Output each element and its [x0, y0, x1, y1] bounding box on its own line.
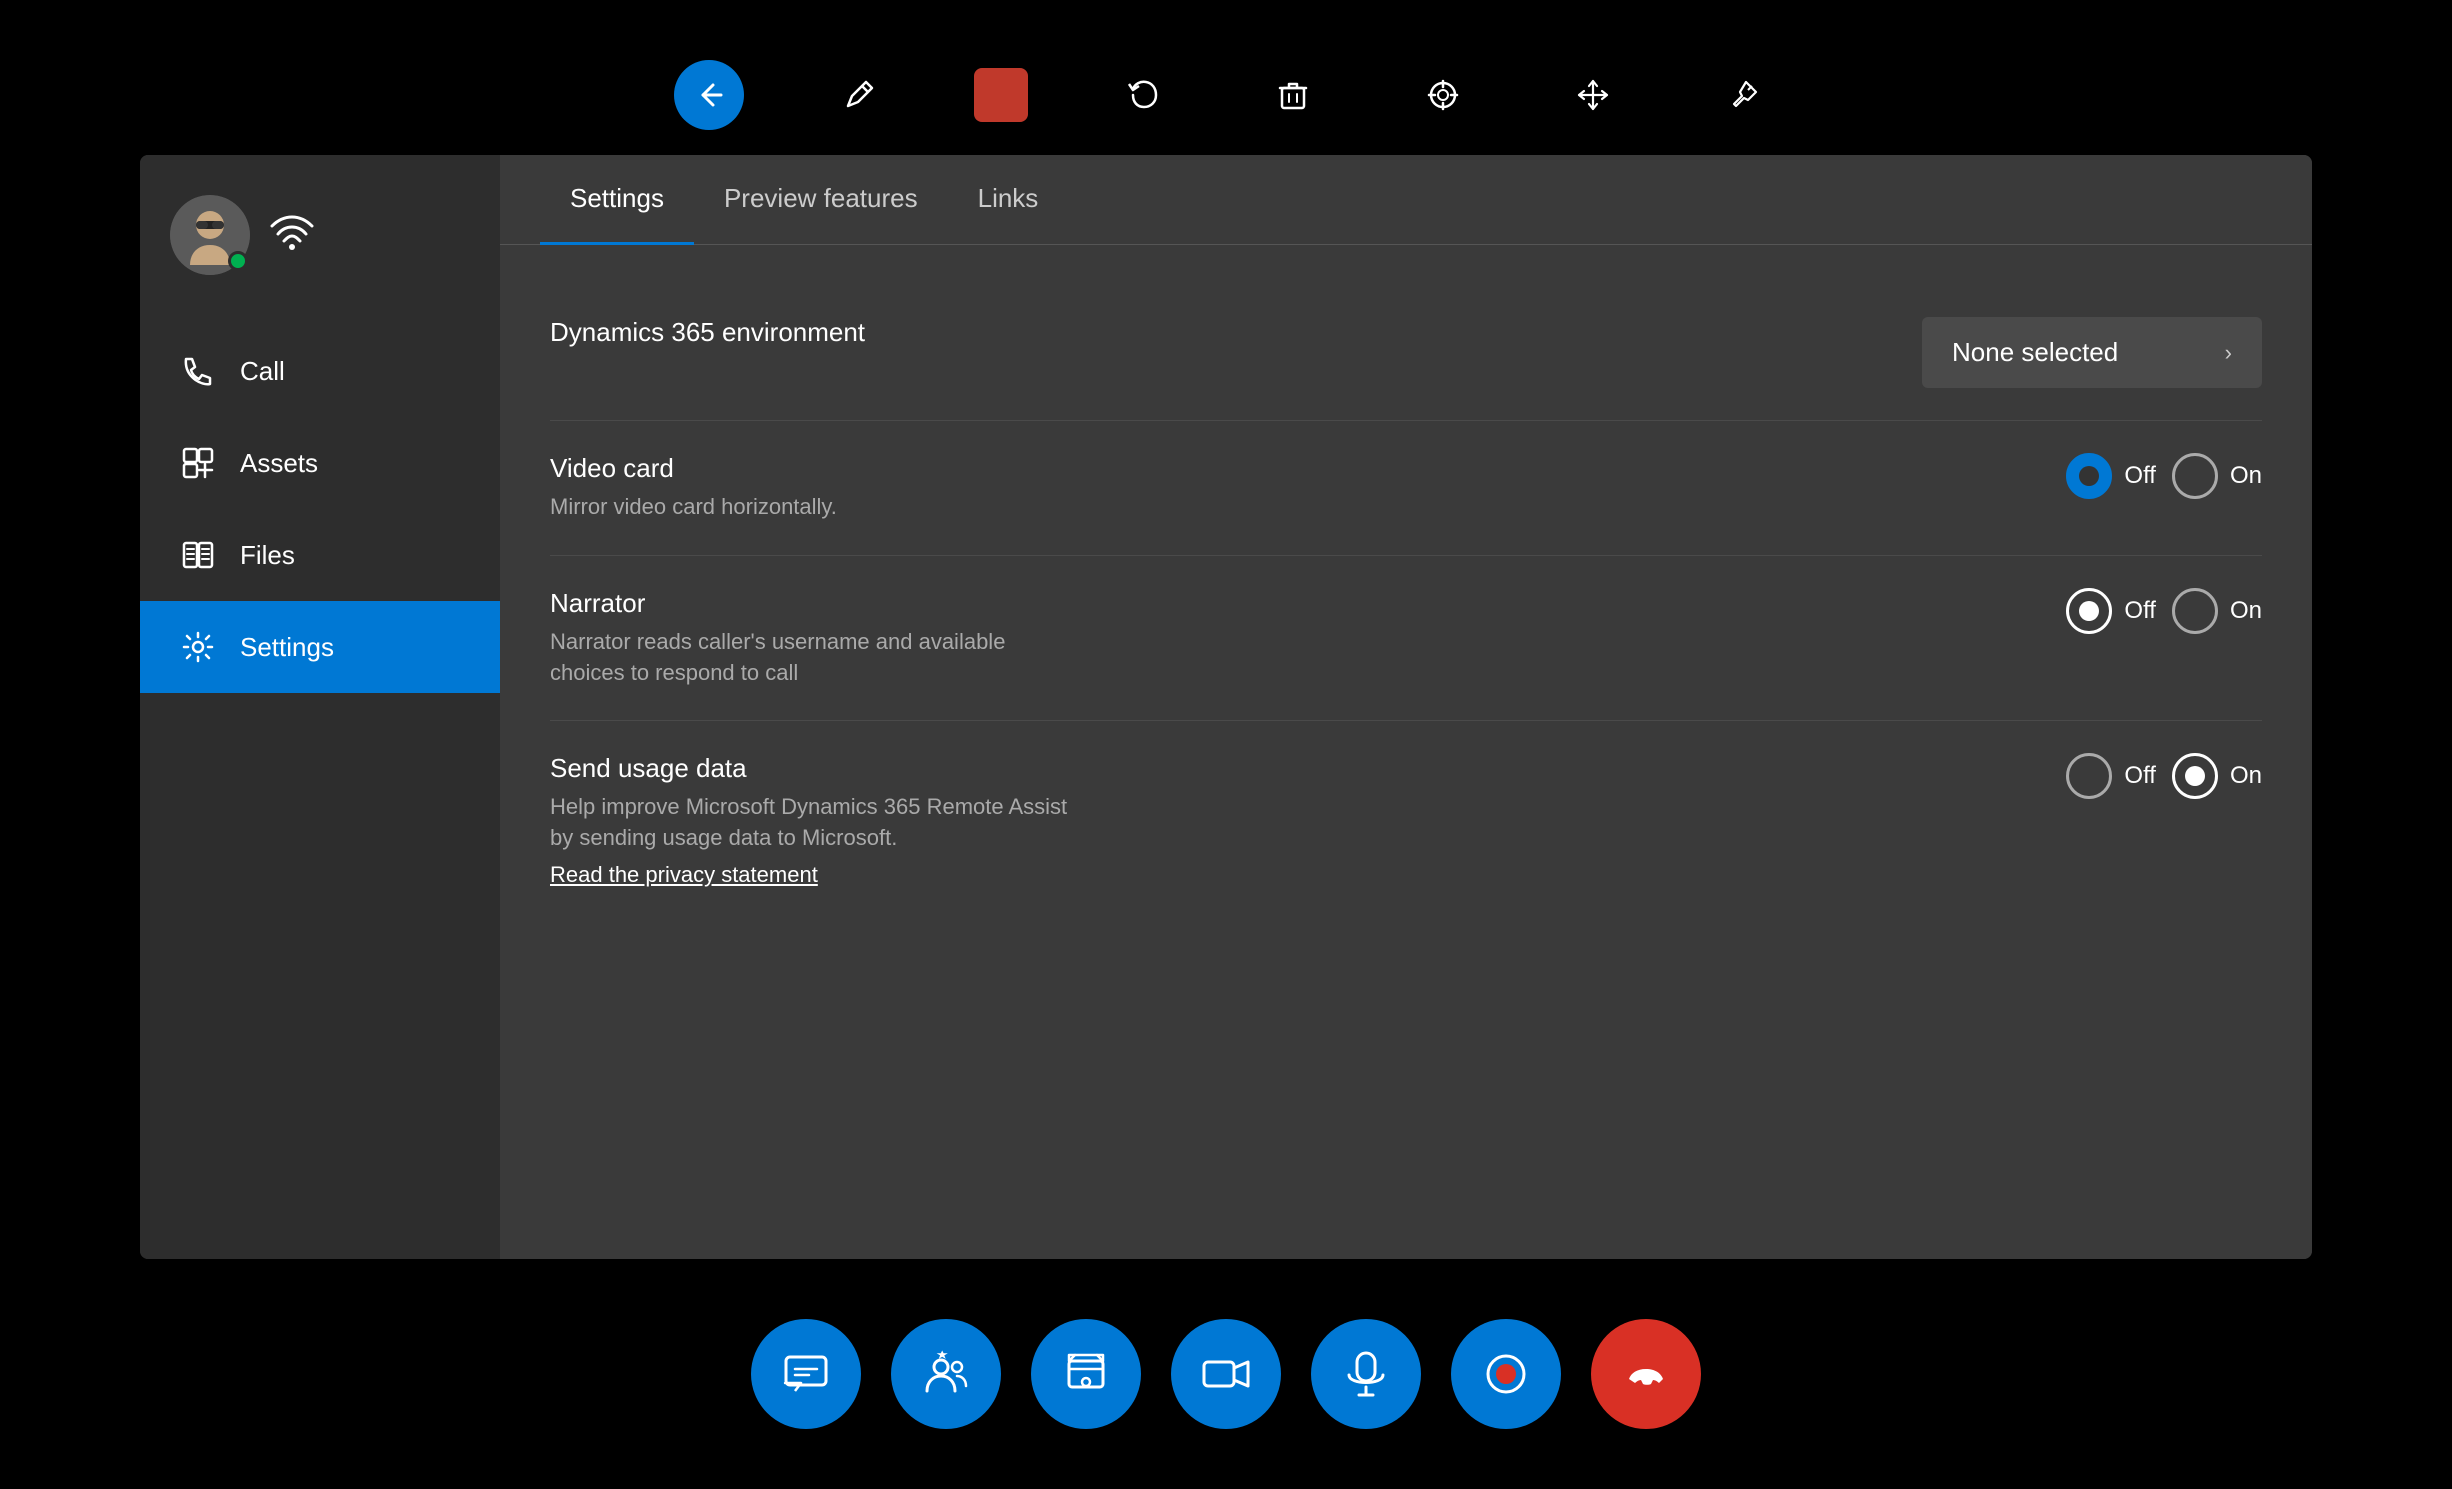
video-card-desc: Mirror video card horizontally.	[550, 492, 1070, 523]
microphone-button[interactable]	[1311, 1319, 1421, 1429]
narrator-label: Narrator Narrator reads caller's usernam…	[550, 588, 2066, 689]
main-container: Call Assets	[140, 155, 2312, 1259]
screenshot-button[interactable]	[1031, 1319, 1141, 1429]
assets-label: Assets	[240, 448, 318, 479]
environment-label: Dynamics 365 environment	[550, 317, 1922, 356]
tab-links[interactable]: Links	[948, 155, 1069, 245]
files-label: Files	[240, 540, 295, 571]
narrator-off-label: Off	[2124, 597, 2156, 625]
chat-button[interactable]	[751, 1319, 861, 1429]
sidebar-item-settings[interactable]: Settings	[140, 601, 500, 693]
narrator-on-option[interactable]: On	[2172, 588, 2262, 634]
usage-data-desc: Help improve Microsoft Dynamics 365 Remo…	[550, 792, 1070, 854]
video-card-on-option[interactable]: On	[2172, 453, 2262, 499]
tab-preview[interactable]: Preview features	[694, 155, 948, 245]
privacy-link[interactable]: Read the privacy statement	[550, 862, 818, 888]
video-card-off-label: Off	[2124, 462, 2156, 490]
main-panel: Settings Preview features Links Dynamics…	[500, 155, 2312, 1259]
sidebar: Call Assets	[140, 155, 500, 1259]
environment-dropdown[interactable]: None selected ›	[1922, 317, 2262, 388]
narrator-title: Narrator	[550, 588, 2066, 619]
undo-button[interactable]	[1108, 60, 1178, 130]
video-card-title: Video card	[550, 453, 2066, 484]
usage-data-off-label: Off	[2124, 762, 2156, 790]
participants-button[interactable]	[891, 1319, 1001, 1429]
narrator-radio-inner	[2079, 601, 2099, 621]
video-card-control: Off On	[2066, 453, 2262, 499]
sidebar-item-call[interactable]: Call	[140, 325, 500, 417]
video-card-setting-row: Video card Mirror video card horizontall…	[550, 421, 2262, 556]
pin-button[interactable]	[1708, 60, 1778, 130]
video-card-on-radio[interactable]	[2172, 453, 2218, 499]
environment-setting-row: Dynamics 365 environment None selected ›	[550, 285, 2262, 421]
delete-button[interactable]	[1258, 60, 1328, 130]
sidebar-item-files[interactable]: Files	[140, 509, 500, 601]
usage-data-on-option[interactable]: On	[2172, 753, 2262, 799]
stop-button[interactable]	[974, 68, 1028, 122]
usage-data-off-option[interactable]: Off	[2066, 753, 2156, 799]
usage-data-control: Off On	[2066, 753, 2262, 799]
narrator-control: Off On	[2066, 588, 2262, 634]
settings-content: Dynamics 365 environment None selected ›…	[500, 245, 2312, 960]
narrator-off-option[interactable]: Off	[2066, 588, 2156, 634]
narrator-desc: Narrator reads caller's username and ava…	[550, 627, 1070, 689]
status-dot	[228, 251, 248, 271]
narrator-setting-row: Narrator Narrator reads caller's usernam…	[550, 556, 2262, 722]
call-label: Call	[240, 356, 285, 387]
narrator-on-label: On	[2230, 597, 2262, 625]
dropdown-arrow-icon: ›	[2225, 340, 2232, 366]
call-icon	[180, 353, 216, 389]
environment-title: Dynamics 365 environment	[550, 317, 1922, 348]
nav-items: Call Assets	[140, 325, 500, 1259]
usage-data-on-radio[interactable]	[2172, 753, 2218, 799]
assets-icon	[180, 445, 216, 481]
narrator-off-radio[interactable]	[2066, 588, 2112, 634]
bottom-toolbar	[751, 1319, 1701, 1429]
record-button[interactable]	[1451, 1319, 1561, 1429]
user-profile	[140, 175, 500, 305]
top-toolbar	[674, 60, 1778, 130]
tab-settings[interactable]: Settings	[540, 155, 694, 245]
video-card-off-radio[interactable]	[2066, 453, 2112, 499]
wifi-icon	[270, 214, 314, 257]
usage-data-setting-row: Send usage data Help improve Microsoft D…	[550, 721, 2262, 920]
end-call-button[interactable]	[1591, 1319, 1701, 1429]
usage-data-on-label: On	[2230, 762, 2262, 790]
sidebar-item-assets[interactable]: Assets	[140, 417, 500, 509]
narrator-on-radio[interactable]	[2172, 588, 2218, 634]
environment-value: None selected	[1952, 337, 2118, 368]
video-card-label: Video card Mirror video card horizontall…	[550, 453, 2066, 523]
tabs: Settings Preview features Links	[500, 155, 2312, 245]
usage-data-title: Send usage data	[550, 753, 2066, 784]
settings-label: Settings	[240, 632, 334, 663]
pen-button[interactable]	[824, 60, 894, 130]
radio-inner	[2079, 466, 2099, 486]
target-button[interactable]	[1408, 60, 1478, 130]
video-card-on-label: On	[2230, 462, 2262, 490]
usage-data-off-radio[interactable]	[2066, 753, 2112, 799]
environment-control: None selected ›	[1922, 317, 2262, 388]
avatar-wrap	[170, 195, 250, 275]
usage-data-radio-inner	[2185, 766, 2205, 786]
video-card-off-option[interactable]: Off	[2066, 453, 2156, 499]
settings-icon	[180, 629, 216, 665]
move-button[interactable]	[1558, 60, 1628, 130]
files-icon	[180, 537, 216, 573]
back-button[interactable]	[674, 60, 744, 130]
video-button[interactable]	[1171, 1319, 1281, 1429]
usage-data-label: Send usage data Help improve Microsoft D…	[550, 753, 2066, 888]
